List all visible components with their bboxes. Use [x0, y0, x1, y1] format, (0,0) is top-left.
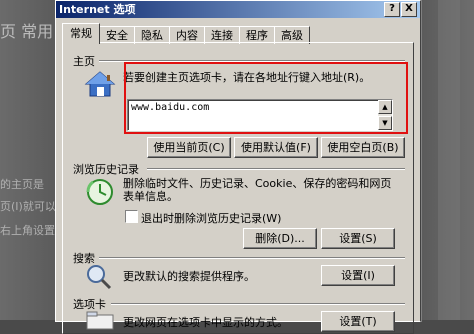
background-text: 右上角设置 [0, 224, 55, 237]
tab-strip: 常规 安全 隐私 内容 连接 程序 高级 [62, 23, 310, 44]
background-text: 页(I)就可以 [0, 200, 56, 213]
tabs-section-title: 选项卡 [73, 298, 106, 311]
tabs-settings-button[interactable]: 设置(T) [321, 311, 395, 332]
use-blank-button[interactable]: 使用空白页(B) [321, 137, 405, 158]
title-bar[interactable]: Internet 选项 ? X [56, 1, 420, 18]
tabs-description: 更改网页在选项卡中显示的方式。 [123, 316, 288, 329]
search-settings-button[interactable]: 设置(I) [321, 265, 395, 286]
search-description: 更改默认的搜索提供程序。 [123, 270, 255, 283]
divider [147, 168, 405, 170]
history-settings-button[interactable]: 设置(S) [321, 228, 395, 249]
close-button[interactable]: X [401, 2, 417, 17]
window-title: Internet 选项 [59, 3, 136, 16]
delete-on-exit-label: 退出时删除浏览历史记录(W) [141, 212, 282, 225]
history-description: 删除临时文件、历史记录、Cookie、保存的密码和网页表单信息。 [123, 177, 392, 203]
background-text: 页 常用 [0, 22, 54, 41]
delete-history-button[interactable]: 删除(D)... [243, 228, 317, 249]
background-page: 页 常用 的主页是 页(I)就可以 右上角设置 [0, 0, 60, 320]
home-icon [84, 71, 116, 97]
use-default-button[interactable]: 使用默认值(F) [234, 137, 318, 158]
divider [99, 257, 405, 259]
highlight-annotation [124, 62, 408, 134]
use-current-button[interactable]: 使用当前页(C) [147, 137, 231, 158]
delete-on-exit-checkbox[interactable] [125, 210, 138, 223]
divider [111, 303, 405, 305]
help-button[interactable]: ? [384, 2, 400, 17]
home-section-title: 主页 [73, 55, 95, 68]
tabs-icon [86, 311, 114, 330]
tab-general[interactable]: 常规 [62, 23, 100, 44]
background-page-right [420, 0, 474, 320]
search-icon [87, 265, 112, 290]
internet-options-dialog: Internet 选项 ? X 常规 安全 隐私 内容 连接 程序 高级 主页 … [55, 0, 421, 334]
background-text: 的主页是 [0, 178, 44, 191]
history-section-title: 浏览历史记录 [73, 163, 139, 176]
history-icon [86, 179, 113, 205]
